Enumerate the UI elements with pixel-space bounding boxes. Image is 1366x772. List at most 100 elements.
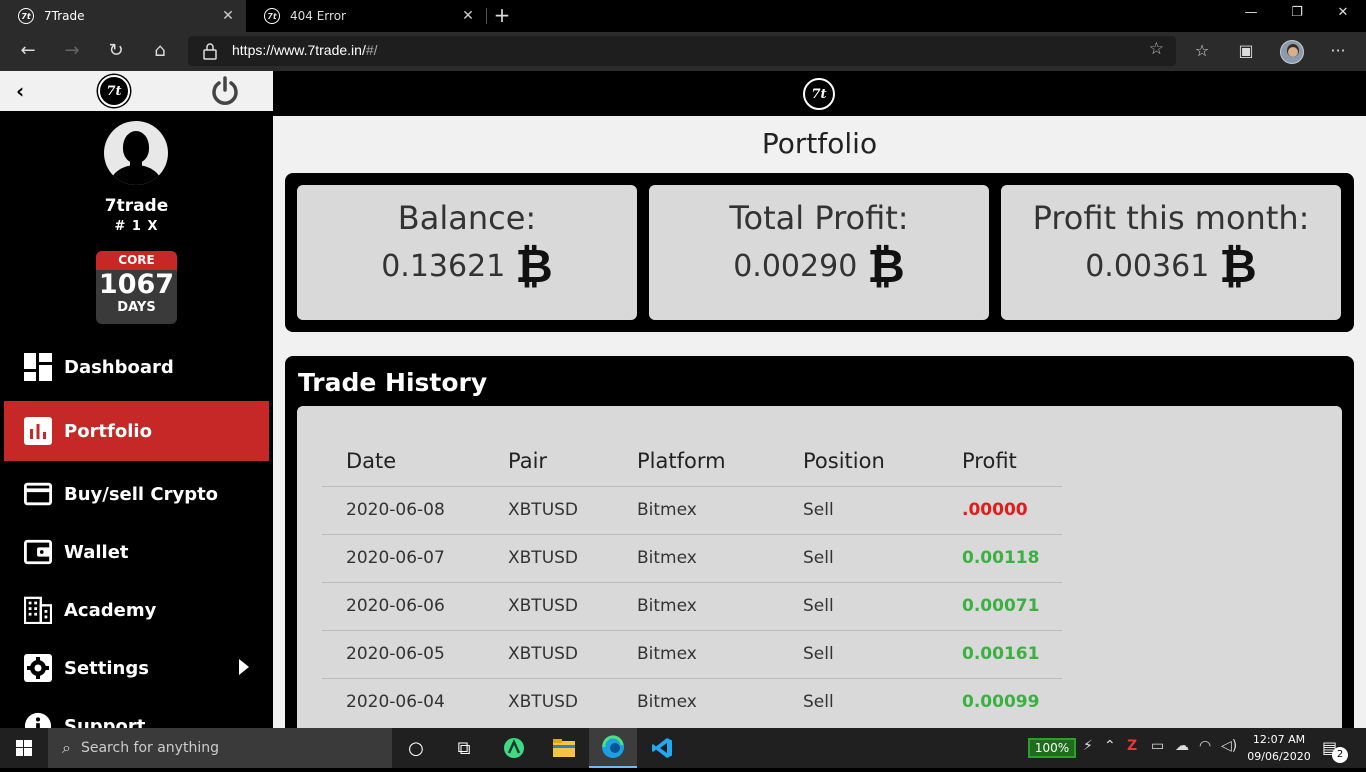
collapse-sidebar-icon[interactable]: ‹ — [16, 79, 24, 103]
cell-position: Sell — [779, 677, 938, 726]
sidebar-item-academy[interactable]: Academy — [4, 580, 269, 640]
gear-icon — [24, 654, 52, 682]
profile-avatar[interactable] — [1280, 40, 1304, 64]
close-tab-icon[interactable]: ✕ — [456, 8, 480, 24]
trade-history-table-container: Date Pair Platform Position Profit 2020-… — [297, 406, 1342, 728]
main-content: 7t Portfolio Balance: 0.13621 ₿ Total Pr… — [273, 71, 1366, 728]
favorite-star-icon[interactable]: ☆ — [1149, 39, 1164, 59]
col-profit: Profit — [962, 448, 1017, 473]
user-rank: # 1 X — [114, 219, 159, 234]
total-profit-card: Total Profit: 0.00290 ₿ — [649, 185, 989, 320]
table-row: 2020-06-08 XBTUSD Bitmex Sell .00000 — [322, 485, 1062, 534]
forward-button[interactable]: → — [56, 36, 88, 68]
sidebar-item-portfolio[interactable]: Portfolio — [4, 401, 269, 461]
power-icon[interactable] — [209, 75, 241, 107]
cell-profit: 0.00161 — [938, 629, 1062, 678]
sidebar-item-label: Settings — [64, 657, 149, 679]
sidebar-item-buy-sell[interactable]: Buy/sell Crypto — [4, 464, 269, 524]
cell-pair: XBTUSD — [484, 533, 613, 582]
cell-platform: Bitmex — [613, 629, 779, 678]
cell-profit: 0.00099 — [938, 677, 1062, 726]
table-row: 2020-06-07 XBTUSD Bitmex Sell 0.00118 — [322, 533, 1062, 582]
web-page: ‹ 7t 7trade # 1 X CORE 1067 DAYS Dashboa… — [0, 71, 1366, 728]
android-studio-icon[interactable] — [490, 728, 538, 768]
back-button[interactable]: ← — [12, 36, 44, 68]
cell-platform: Bitmex — [613, 677, 779, 726]
core-days-label: DAYS — [117, 300, 156, 315]
address-bar[interactable]: https://www.7trade.in/#/ ☆ — [188, 36, 1176, 66]
file-explorer-icon[interactable] — [540, 728, 588, 768]
clock-date: 09/06/2020 — [1247, 750, 1311, 763]
stats-panel: Balance: 0.13621 ₿ Total Profit: 0.00290… — [285, 173, 1354, 332]
cell-profit: 0.00071 — [938, 581, 1062, 630]
refresh-button[interactable]: ↻ — [100, 36, 132, 68]
month-profit-value: 0.00361 — [1085, 248, 1210, 284]
close-window-button[interactable]: ✕ — [1320, 0, 1366, 32]
url-text: https://www.7trade.in/#/ — [232, 42, 378, 58]
favorites-icon[interactable]: ☆ — [1188, 38, 1216, 66]
main-header-bar: 7t — [273, 71, 1366, 116]
show-hidden-icons-icon[interactable]: ⌃ — [1104, 738, 1116, 754]
cell-date: 2020-06-05 — [322, 629, 484, 678]
power-plug-icon[interactable]: ⚡ — [1083, 738, 1093, 754]
cell-date: 2020-06-08 — [322, 485, 484, 534]
more-menu-icon[interactable]: ··· — [1324, 38, 1352, 66]
cell-pair: XBTUSD — [484, 629, 613, 678]
trade-history-title: Trade History — [298, 368, 488, 397]
sidebar-item-dashboard[interactable]: Dashboard — [4, 337, 269, 397]
tab-title: 404 Error — [290, 9, 346, 23]
page-title: Portfolio — [761, 127, 878, 160]
taskbar-search-box[interactable]: ⌕ Search for anything — [48, 728, 392, 768]
windows-logo-icon — [16, 740, 32, 756]
dashboard-icon — [24, 353, 52, 381]
total-profit-value-row: 0.00290 ₿ — [649, 243, 989, 289]
trade-history-table: Date Pair Platform Position Profit 2020-… — [322, 436, 1062, 726]
onedrive-cloud-icon[interactable]: ☁ — [1175, 738, 1189, 754]
minimize-button[interactable]: — — [1228, 0, 1274, 32]
cortana-icon[interactable]: ○ — [392, 728, 440, 768]
cell-date: 2020-06-04 — [322, 677, 484, 726]
cell-position: Sell — [779, 581, 938, 630]
battery-icon[interactable]: ▭ — [1151, 738, 1164, 754]
vscode-icon[interactable] — [638, 728, 686, 768]
tab-7trade[interactable]: 7t 7Trade ✕ — [0, 0, 246, 32]
month-profit-value-row: 0.00361 ₿ — [1001, 243, 1341, 289]
restore-button[interactable]: ❐ — [1274, 0, 1320, 32]
chart-icon — [24, 417, 52, 445]
site-favicon-icon: 7t — [18, 8, 34, 24]
info-icon — [24, 712, 52, 728]
clock-time: 12:07 AM — [1252, 733, 1306, 746]
logo-icon[interactable]: 7t — [98, 75, 130, 107]
user-avatar — [104, 121, 168, 185]
filezilla-icon[interactable]: Z — [1127, 738, 1137, 754]
building-icon — [24, 596, 52, 624]
start-button[interactable] — [0, 728, 48, 768]
url-path: #/ — [365, 42, 378, 58]
cell-platform: Bitmex — [613, 533, 779, 582]
month-profit-card: Profit this month: 0.00361 ₿ — [1001, 185, 1341, 320]
header-logo-icon[interactable]: 7t — [803, 78, 835, 110]
system-clock[interactable]: 12:07 AM 09/06/2020 — [1244, 731, 1314, 765]
site-favicon-icon: 7t — [264, 8, 280, 24]
home-button[interactable]: ⌂ — [144, 36, 176, 68]
sidebar-item-label: Portfolio — [64, 420, 152, 442]
sidebar-item-support[interactable]: Support — [4, 696, 269, 728]
core-label: CORE — [96, 251, 177, 270]
wifi-icon[interactable]: ◠ — [1199, 738, 1211, 754]
url-host: https://www.7trade.in/ — [232, 42, 366, 58]
task-view-icon[interactable]: ⧉ — [440, 728, 488, 768]
total-profit-value: 0.00290 — [733, 248, 858, 284]
edge-browser-icon[interactable] — [589, 728, 637, 768]
table-row: 2020-06-05 XBTUSD Bitmex Sell 0.00161 — [322, 629, 1062, 678]
close-tab-icon[interactable]: ✕ — [216, 8, 240, 24]
sidebar-item-settings[interactable]: Settings — [4, 638, 269, 698]
volume-icon[interactable]: ◁) — [1221, 738, 1237, 754]
collections-icon[interactable]: ▣ — [1232, 38, 1260, 66]
cell-date: 2020-06-06 — [322, 581, 484, 630]
search-icon: ⌕ — [62, 738, 71, 757]
balance-value: 0.13621 — [381, 248, 506, 284]
battery-percentage[interactable]: 100% — [1028, 738, 1076, 758]
tab-404-error[interactable]: 7t 404 Error ✕ — [246, 0, 486, 32]
new-tab-button[interactable]: + — [490, 4, 514, 28]
sidebar-item-wallet[interactable]: Wallet — [4, 522, 269, 582]
